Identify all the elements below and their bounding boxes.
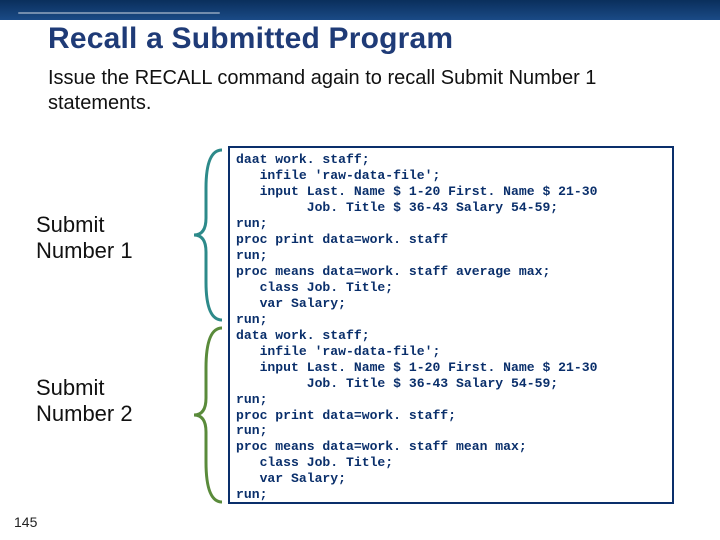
slide-body-text: Issue the RECALL command again to recall… bbox=[48, 66, 680, 116]
label-submit-1: SubmitNumber 1 bbox=[36, 212, 201, 265]
brace-submit-2 bbox=[192, 326, 228, 504]
label-submit-2: SubmitNumber 2 bbox=[36, 375, 201, 428]
slide-title: Recall a Submitted Program bbox=[48, 22, 453, 56]
page-number: 145 bbox=[14, 514, 37, 530]
header-band bbox=[0, 0, 720, 20]
brace-submit-1 bbox=[192, 148, 228, 322]
side-labels: SubmitNumber 1 SubmitNumber 2 bbox=[36, 212, 201, 428]
code-block: daat work. staff; infile 'raw-data-file'… bbox=[228, 146, 674, 504]
